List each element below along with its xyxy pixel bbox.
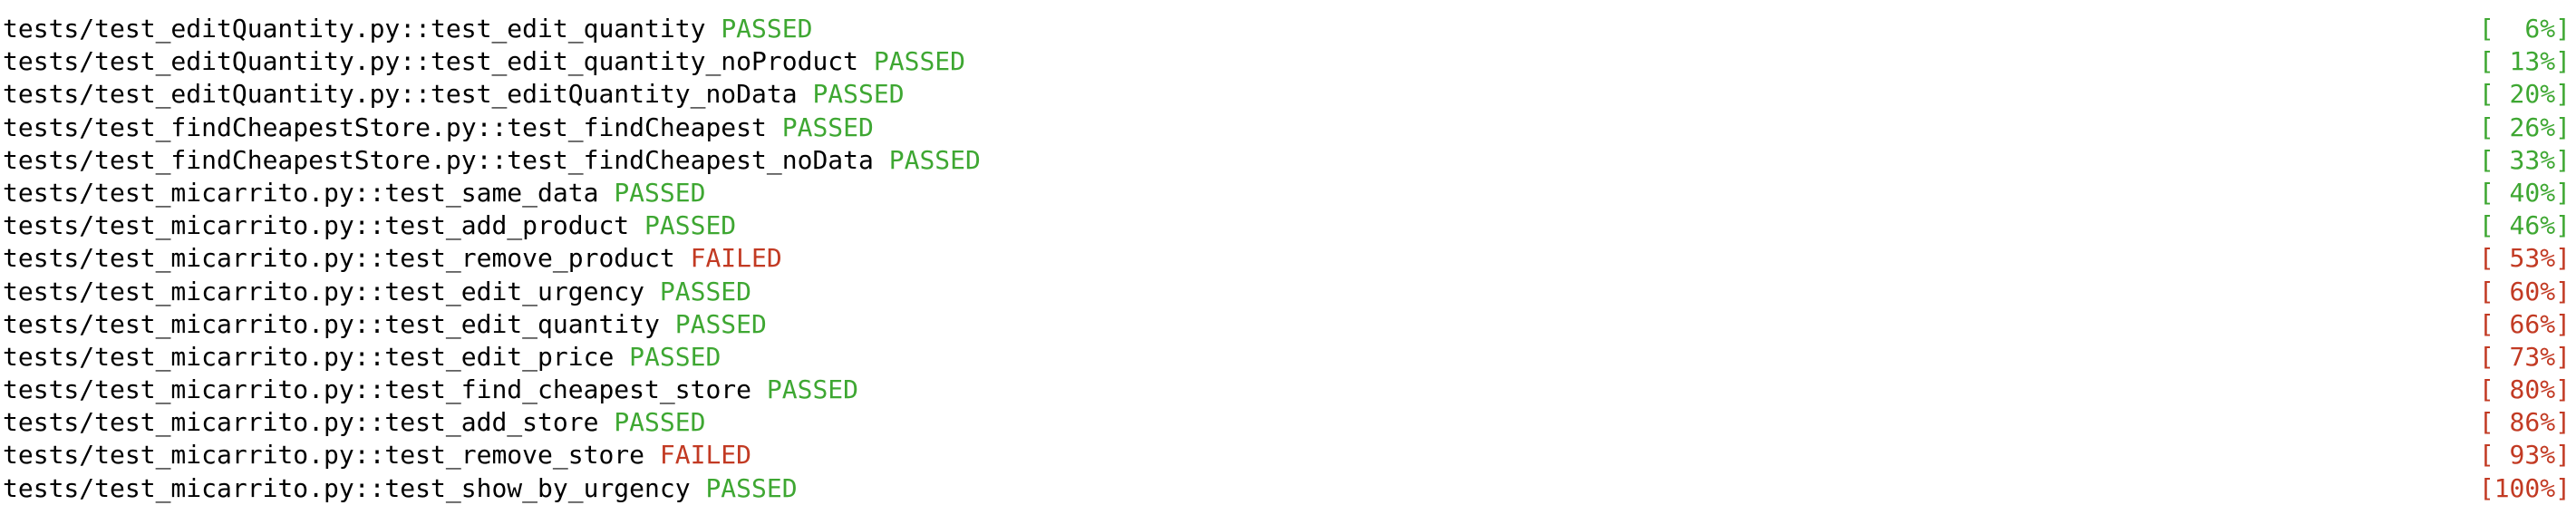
test-name: tests/test_micarrito.py::test_show_by_ur…: [3, 472, 691, 503]
test-result-line: tests/test_findCheapestStore.py::test_fi…: [0, 112, 2576, 144]
test-result-text: tests/test_editQuantity.py::test_editQua…: [3, 78, 905, 111]
test-progress-percent: [ 46%]: [2478, 210, 2571, 241]
test-status: PASSED: [614, 407, 706, 438]
test-result-line: tests/test_editQuantity.py::test_editQua…: [0, 78, 2576, 111]
test-progress-percent: [ 86%]: [2478, 407, 2571, 438]
test-result-line: tests/test_micarrito.py::test_show_by_ur…: [0, 472, 2576, 505]
test-result-text: tests/test_micarrito.py::test_remove_sto…: [3, 439, 751, 471]
test-name: tests/test_micarrito.py::test_add_store: [3, 407, 599, 438]
test-result-line: tests/test_micarrito.py::test_find_cheap…: [0, 374, 2576, 406]
test-name: tests/test_findCheapestStore.py::test_fi…: [3, 112, 767, 142]
test-result-line: tests/test_micarrito.py::test_remove_sto…: [0, 439, 2576, 471]
test-result-text: tests/test_micarrito.py::test_edit_price…: [3, 341, 721, 374]
test-progress-percent: [ 33%]: [2478, 144, 2571, 175]
test-result-line: tests/test_micarrito.py::test_same_data …: [0, 177, 2576, 209]
test-result-text: tests/test_micarrito.py::test_edit_urgen…: [3, 276, 751, 308]
test-result-text: tests/test_findCheapestStore.py::test_fi…: [3, 112, 874, 144]
test-status: PASSED: [766, 374, 859, 405]
test-status: PASSED: [674, 308, 767, 339]
test-result-line: tests/test_editQuantity.py::test_edit_qu…: [0, 13, 2576, 45]
test-status: PASSED: [644, 210, 737, 241]
test-status: PASSED: [629, 341, 721, 372]
test-name: tests/test_editQuantity.py::test_editQua…: [3, 79, 798, 110]
test-result-line: tests/test_micarrito.py::test_edit_quant…: [0, 308, 2576, 341]
test-result-line: tests/test_editQuantity.py::test_edit_qu…: [0, 45, 2576, 78]
test-status: PASSED: [873, 46, 966, 77]
test-progress-percent: [ 13%]: [2478, 46, 2571, 77]
test-result-text: tests/test_editQuantity.py::test_edit_qu…: [3, 45, 965, 78]
test-name: tests/test_findCheapestStore.py::test_fi…: [3, 144, 874, 175]
test-name: tests/test_micarrito.py::test_find_cheap…: [3, 374, 752, 405]
test-status: PASSED: [888, 144, 981, 175]
test-result-text: tests/test_micarrito.py::test_remove_pro…: [3, 242, 782, 275]
test-status: PASSED: [781, 112, 874, 142]
test-result-line: tests/test_micarrito.py::test_remove_pro…: [0, 242, 2576, 275]
test-name: tests/test_editQuantity.py::test_edit_qu…: [3, 46, 859, 77]
test-result-text: tests/test_editQuantity.py::test_edit_qu…: [3, 13, 812, 45]
test-progress-percent: [ 66%]: [2478, 308, 2571, 339]
test-result-line: tests/test_micarrito.py::test_edit_urgen…: [0, 276, 2576, 308]
test-result-text: tests/test_micarrito.py::test_add_store …: [3, 406, 705, 439]
test-result-text: tests/test_micarrito.py::test_show_by_ur…: [3, 472, 798, 505]
test-result-line: tests/test_micarrito.py::test_add_produc…: [0, 209, 2576, 242]
test-result-text: tests/test_micarrito.py::test_same_data …: [3, 177, 705, 209]
test-status: FAILED: [659, 440, 752, 471]
test-progress-percent: [ 40%]: [2478, 177, 2571, 208]
test-progress-percent: [ 26%]: [2478, 112, 2571, 142]
test-result-text: tests/test_findCheapestStore.py::test_fi…: [3, 144, 981, 177]
test-status: PASSED: [705, 472, 798, 503]
test-progress-percent: [100%]: [2478, 472, 2571, 503]
test-status: PASSED: [614, 177, 706, 208]
test-status: PASSED: [721, 14, 813, 44]
test-name: tests/test_micarrito.py::test_add_produc…: [3, 210, 630, 241]
test-progress-percent: [ 60%]: [2478, 276, 2571, 306]
test-progress-percent: [ 93%]: [2478, 440, 2571, 471]
test-progress-percent: [ 6%]: [2478, 14, 2571, 44]
test-result-text: tests/test_micarrito.py::test_edit_quant…: [3, 308, 767, 341]
test-status: PASSED: [812, 79, 905, 110]
test-status: PASSED: [659, 276, 752, 306]
test-result-text: tests/test_micarrito.py::test_add_produc…: [3, 209, 736, 242]
test-progress-percent: [ 80%]: [2478, 374, 2571, 405]
test-name: tests/test_micarrito.py::test_remove_pro…: [3, 243, 675, 274]
test-progress-percent: [ 53%]: [2478, 243, 2571, 274]
test-name: tests/test_micarrito.py::test_remove_sto…: [3, 440, 645, 471]
test-result-line: tests/test_findCheapestStore.py::test_fi…: [0, 144, 2576, 177]
test-name: tests/test_micarrito.py::test_same_data: [3, 177, 599, 208]
test-name: tests/test_micarrito.py::test_edit_price: [3, 341, 615, 372]
test-name: tests/test_micarrito.py::test_edit_urgen…: [3, 276, 645, 306]
test-progress-percent: [ 20%]: [2478, 79, 2571, 110]
test-name: tests/test_editQuantity.py::test_edit_qu…: [3, 14, 706, 44]
test-result-text: tests/test_micarrito.py::test_find_cheap…: [3, 374, 858, 406]
test-result-line: tests/test_micarrito.py::test_edit_price…: [0, 341, 2576, 374]
test-status: FAILED: [690, 243, 782, 274]
test-progress-percent: [ 73%]: [2478, 341, 2571, 372]
test-name: tests/test_micarrito.py::test_edit_quant…: [3, 308, 660, 339]
test-result-line: tests/test_micarrito.py::test_add_store …: [0, 406, 2576, 439]
terminal-output: tests/test_editQuantity.py::test_edit_qu…: [0, 13, 2576, 505]
